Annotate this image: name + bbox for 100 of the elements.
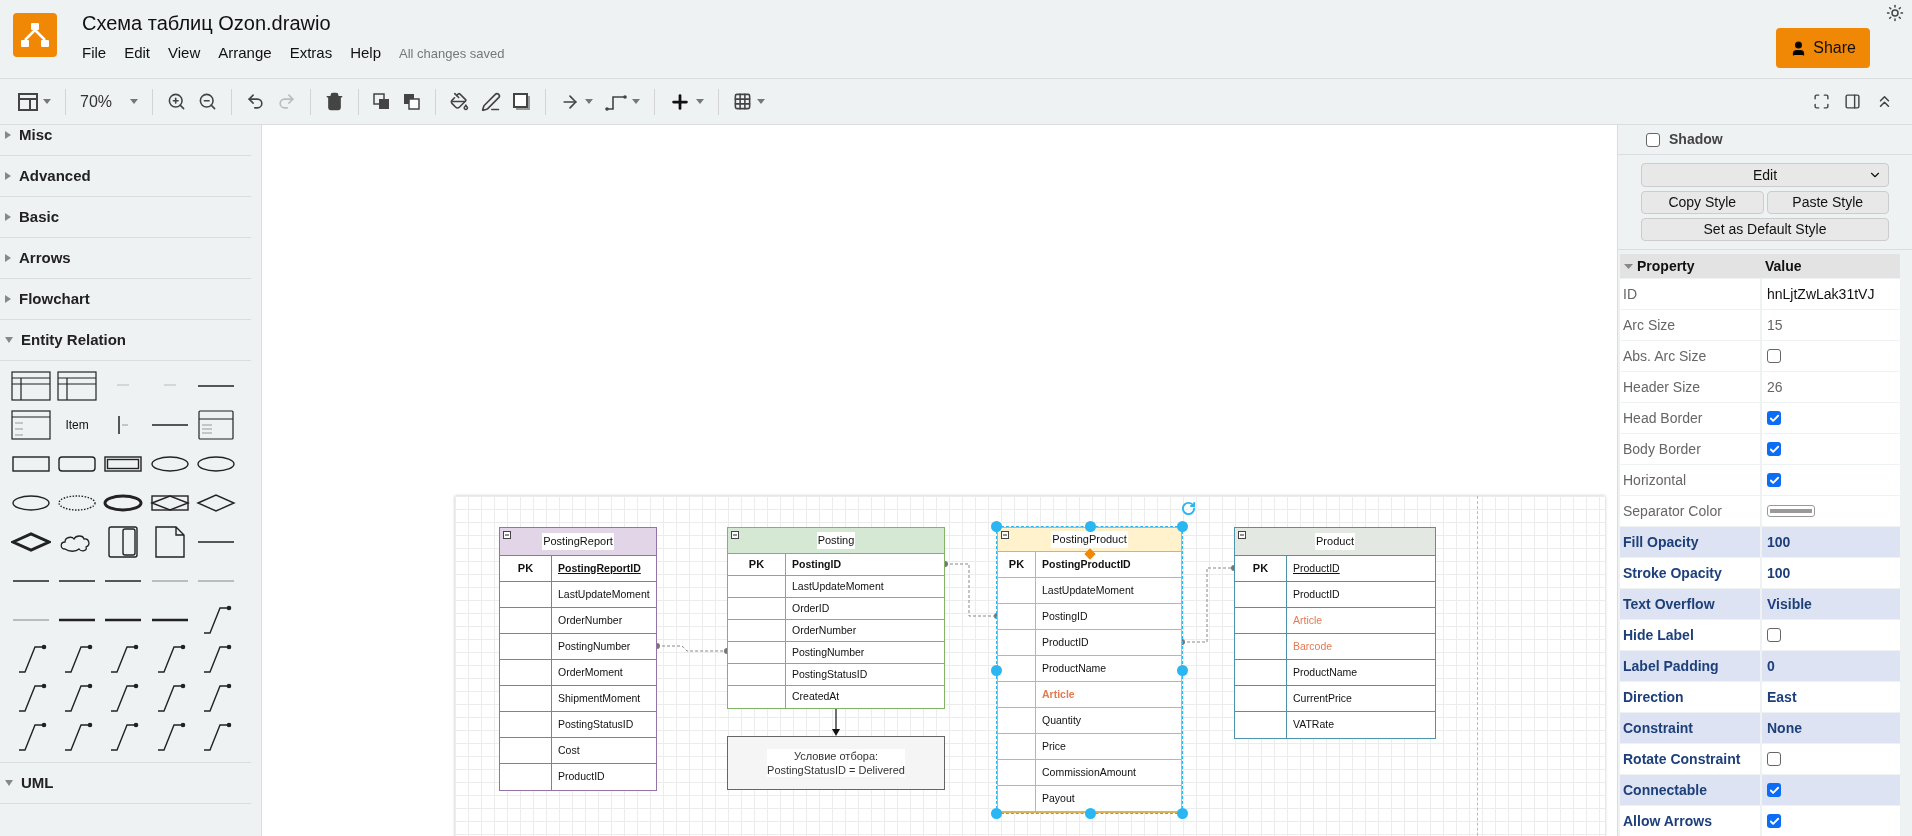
item-shape[interactable]: Item <box>65 416 89 434</box>
field-name: Payout <box>1042 790 1075 806</box>
property-value[interactable]: 100 <box>1767 562 1791 584</box>
entity-table[interactable]: Posting PK PostingID LastUpdateMoment OrderID OrderNumber PostingNumber PostingStatusID CreatedAt <box>727 527 945 709</box>
property-value[interactable]: None <box>1767 717 1802 739</box>
menu-item[interactable]: View <box>168 42 201 65</box>
checkbox[interactable] <box>1767 752 1781 766</box>
zoom-dropdown[interactable]: 70% <box>74 86 144 117</box>
shadow-icon <box>513 92 531 111</box>
collapsed-triangle-icon <box>5 172 11 180</box>
sidebar-section[interactable]: Misc <box>0 125 251 156</box>
key-label: PK <box>748 557 765 573</box>
collapse-triangle-icon[interactable] <box>1624 263 1633 269</box>
field-name: PostingID <box>1042 608 1088 624</box>
field-name: CreatedAt <box>792 689 840 705</box>
collapse-icon[interactable] <box>1001 531 1009 539</box>
checkbox[interactable] <box>1767 411 1781 425</box>
menu-item[interactable]: File <box>82 42 107 65</box>
theme-icon[interactable] <box>1886 4 1904 22</box>
condition-box[interactable]: Условие отбора: PostingStatusID = Delivered <box>727 736 945 790</box>
file-title[interactable]: Схема таблиц Ozon.drawio <box>82 8 505 38</box>
property-name: Abs. Arc Size <box>1623 346 1707 366</box>
field-name: Price <box>1042 738 1066 754</box>
table-icon <box>733 92 752 111</box>
caret-icon <box>632 99 640 104</box>
expanded-triangle-icon <box>5 337 13 343</box>
checkbox[interactable] <box>1767 473 1781 487</box>
property-name: Fill Opacity <box>1623 532 1699 552</box>
table-title: Posting <box>816 532 856 549</box>
entity-table[interactable]: PostingReport PK PostingReportID LastUpdateMoment OrderNumber PostingNumber OrderMoment ShipmentMoment PostingStatusID Cost ProductID <box>499 527 657 791</box>
sidebar-section[interactable]: Advanced <box>0 156 251 197</box>
field-name: PostingProductID <box>1042 556 1131 572</box>
collapsed-triangle-icon <box>5 295 11 303</box>
field-name: ProductID <box>1293 586 1340 602</box>
paint-bucket-icon <box>450 92 469 111</box>
collapse-icon[interactable] <box>503 531 511 539</box>
checkbox[interactable] <box>1646 132 1660 147</box>
set-default-style-button[interactable]: Set as Default Style <box>1641 218 1889 241</box>
property-value[interactable]: 100 <box>1767 531 1791 553</box>
field-name: OrderNumber <box>792 622 857 638</box>
property-value[interactable]: 0 <box>1767 655 1775 677</box>
checkbox[interactable] <box>1767 349 1781 363</box>
arrow-connector[interactable] <box>832 706 840 736</box>
property-name: Connectable <box>1623 780 1707 800</box>
table-title: PostingReport <box>542 533 614 550</box>
property-name: Body Border <box>1623 439 1701 459</box>
collapse-icon[interactable] <box>1238 531 1246 539</box>
field-name: Article <box>1042 686 1075 702</box>
field-name: LastUpdateMoment <box>1042 582 1134 598</box>
checkbox[interactable] <box>1767 814 1781 828</box>
field-name: PostingStatusID <box>558 716 634 732</box>
key-label: PK <box>1008 557 1025 573</box>
field-name: Barcode <box>1293 638 1333 654</box>
checkbox[interactable] <box>1767 628 1781 642</box>
field-name: OrderMoment <box>558 664 623 680</box>
sidebar-section[interactable]: Entity Relation <box>0 320 251 361</box>
table-shape-icon[interactable] <box>10 369 51 403</box>
field-name: ProductID <box>1042 634 1089 650</box>
property-value[interactable]: 15 <box>1767 314 1783 336</box>
condition-text: Условие отбора: PostingStatusID = Delivered <box>767 749 905 777</box>
entity-shape-icon[interactable] <box>196 408 237 442</box>
collapsed-triangle-icon <box>5 254 11 262</box>
checkbox[interactable] <box>1767 442 1781 456</box>
field-name: OrderNumber <box>558 612 623 628</box>
field-name: Cost <box>558 742 580 758</box>
color-swatch[interactable] <box>1767 505 1815 517</box>
trash-icon <box>325 92 344 111</box>
menu-item[interactable]: Extras <box>289 42 333 65</box>
caret-icon <box>757 99 765 104</box>
edit-dropdown[interactable]: Edit <box>1641 163 1889 187</box>
style-button[interactable]: Copy Style <box>1641 191 1764 214</box>
field-name: CurrentPrice <box>1293 690 1352 706</box>
property-value[interactable]: 26 <box>1767 376 1783 398</box>
checkbox[interactable] <box>1767 783 1781 797</box>
field-name: PostingNumber <box>558 638 631 654</box>
field-name: OrderID <box>792 600 830 616</box>
field-name: Article <box>1293 612 1323 628</box>
sidebar-section[interactable]: Arrows <box>0 238 251 279</box>
menu-item[interactable]: Arrange <box>218 42 272 65</box>
entity-table[interactable]: Product PK ProductID ProductID Article Barcode ProductName CurrentPrice VATRate <box>1234 527 1436 739</box>
menu-item[interactable]: Edit <box>124 42 151 65</box>
table-shape-icon[interactable] <box>57 369 98 403</box>
field-name: LastUpdateMoment <box>558 586 650 602</box>
property-name: Stroke Opacity <box>1623 563 1722 583</box>
style-button[interactable]: Paste Style <box>1766 191 1889 214</box>
share-button[interactable]: Share <box>1776 28 1870 68</box>
shadow-label: Shadow <box>1669 130 1723 149</box>
sidebar-section[interactable]: UML <box>0 763 251 804</box>
menu-item[interactable]: Help <box>350 42 382 65</box>
collapse-icon[interactable] <box>731 531 739 539</box>
field-name: PostingReportID <box>558 560 641 576</box>
field-name: CommissionAmount <box>1042 764 1136 780</box>
table-title: Product <box>1315 533 1355 550</box>
sidebar-section[interactable]: Flowchart <box>0 279 251 320</box>
property-value[interactable]: East <box>1767 686 1797 708</box>
waypoint-icon <box>605 92 627 111</box>
list-shape-icon[interactable] <box>10 408 51 442</box>
sidebar-section[interactable]: Basic <box>0 197 251 238</box>
field-name: ProductID <box>558 769 605 785</box>
field-name: ProductName <box>1042 660 1107 676</box>
